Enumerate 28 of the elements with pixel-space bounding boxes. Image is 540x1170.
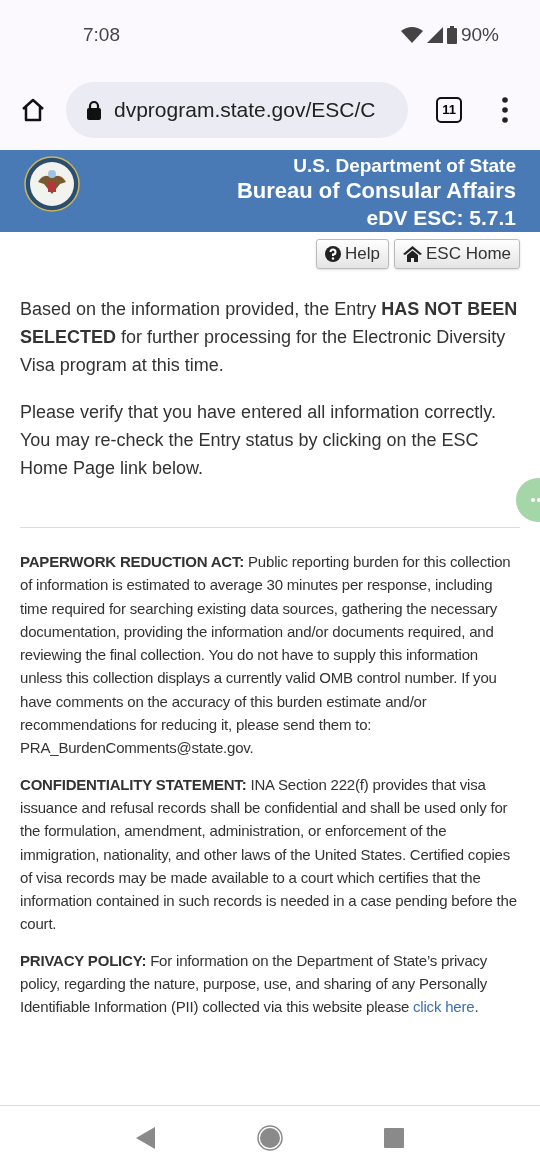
home-button-icon[interactable] [257, 1125, 283, 1151]
notice-paragraph: CONFIDENTIALITY STATEMENT: INA Section 222(f) provides that visa issuance and refusal records shall be confidential and shall be used only for the formulation, amendment, administration, or enforcement of the immigration, nationality, and other laws of the United States. Certified copies of visa records may be made available to a court which certifies that the information contained in such records is needed in a case pending before the court. [20, 774, 518, 935]
recents-icon[interactable] [384, 1128, 405, 1148]
signal-icon [426, 27, 443, 43]
result-message: Please verify that you have entered all information correctly. You may re-check the Entry status by clicking on the ESC Home Page link below. [20, 401, 497, 480]
wifi-icon [400, 27, 423, 43]
status-time: 7:08 [83, 22, 120, 47]
battery-icon [446, 26, 457, 44]
home-button[interactable]: ESC Home [393, 239, 520, 269]
notice-paragraph: PRIVACY POLICY: For information on the Department of State’s privacy policy, regarding the nature, purpose, use, and sharing of any Personally Identifiable Information (PII) collected via this website please click here. [20, 950, 489, 1018]
privacy-link[interactable]: click here [413, 998, 475, 1016]
lock-icon [86, 100, 102, 120]
url-text: dvprogram.state.gov/ESC/C [114, 97, 376, 124]
more-menu-icon[interactable] [502, 97, 508, 123]
notice-paragraph: PAPERWORK REDUCTION ACT: Public reporting burden for this collection of information is estimated to average 30 minutes per response, including time required for searching existing data sources, gathering the necessary documentation, providing the information and/or documents required, and reviewing the final collection. You do not have to supply this information unless this collection displays a currently valid OMB control number. If you have comments on the accuracy of this burden estimate and/or recommendations for reducing it, please send them to: PRA_BurdenComments@state.gov. [20, 552, 512, 759]
header-line: Bureau of Consular Affairs [236, 178, 516, 204]
back-icon[interactable] [135, 1127, 156, 1149]
seal-icon [24, 156, 80, 212]
tab-count[interactable]: 11 [436, 97, 462, 123]
help-button[interactable]: Help [316, 239, 389, 269]
home-icon [402, 246, 422, 262]
battery-level: 90% [460, 22, 499, 47]
result-message: Based on the information provided, the Entry HAS NOT BEEN SELECTED for further processing for the Electronic Diversity Visa program at this time. [20, 298, 519, 377]
help-icon [325, 246, 341, 262]
home-icon[interactable] [20, 97, 46, 123]
header-line: eDV ESC: 5.7.1 [366, 205, 516, 231]
address-bar[interactable]: dvprogram.state.gov/ESC/C [66, 82, 408, 138]
header-line: U.S. Department of State [293, 154, 516, 178]
